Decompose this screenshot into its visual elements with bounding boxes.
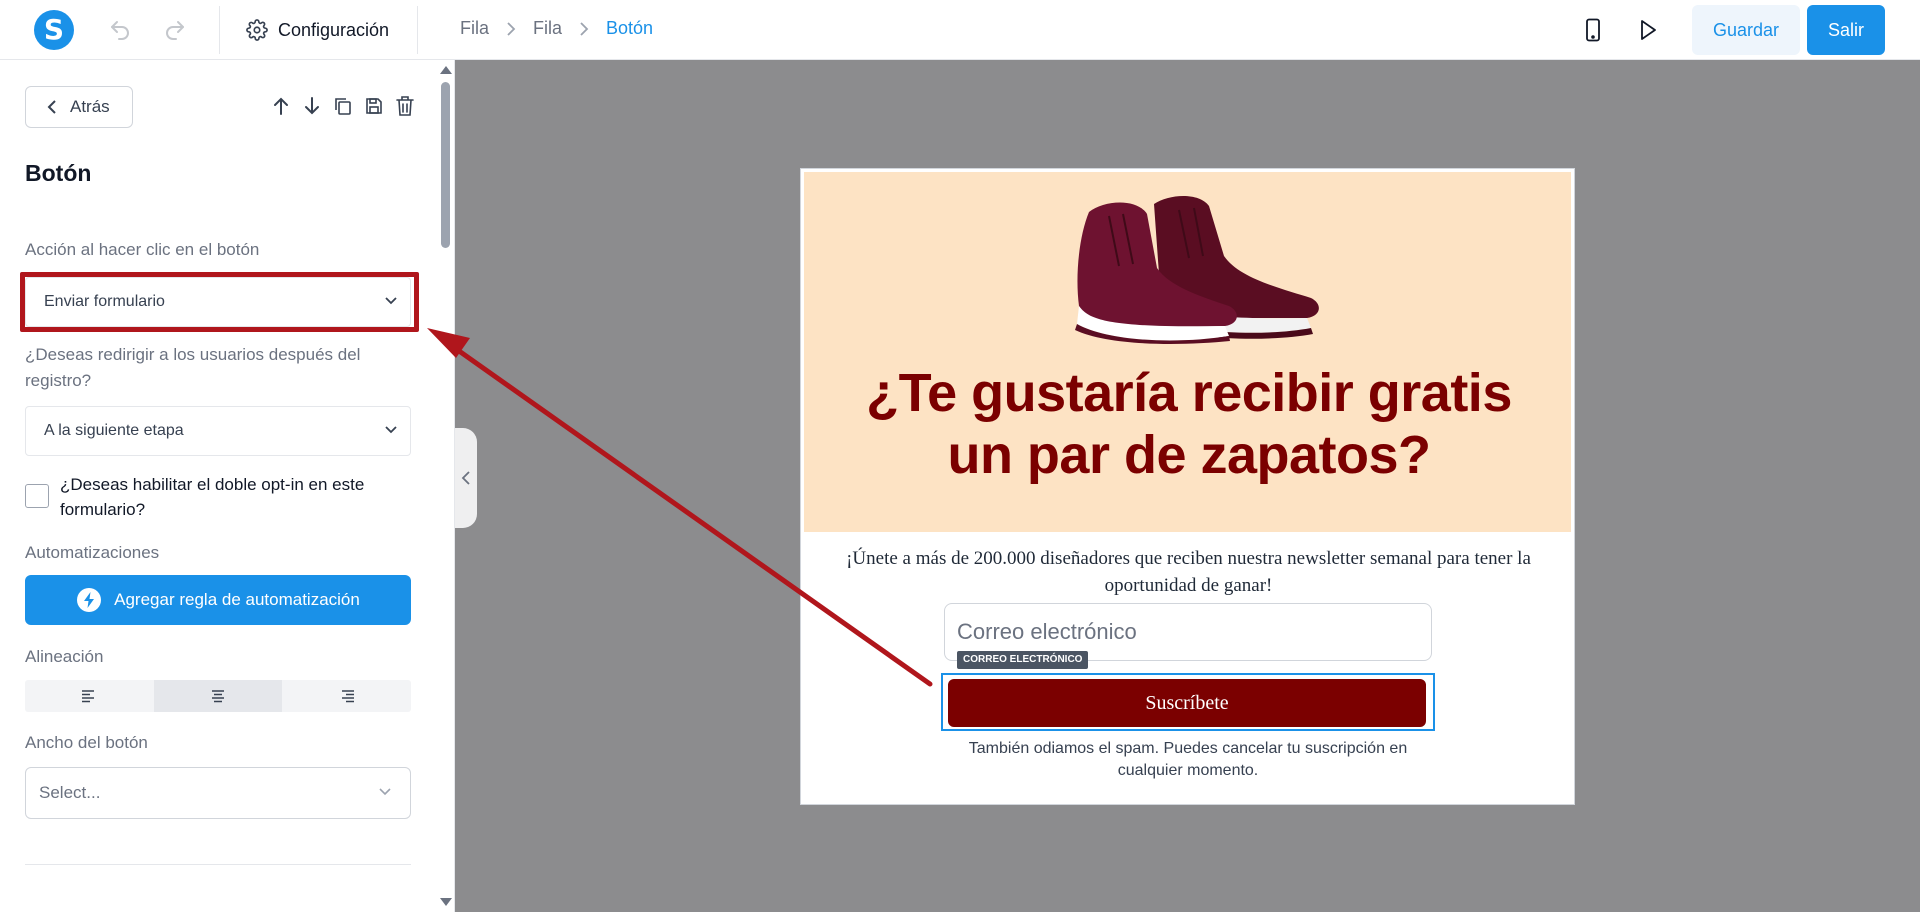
align-center-icon — [212, 690, 224, 703]
chevron-left-icon — [461, 471, 470, 485]
element-toolbar — [270, 94, 416, 118]
form-preview-card: ¿Te gustaría recibir gratis un par de za… — [800, 168, 1575, 805]
app-logo-icon[interactable]: S — [34, 10, 74, 50]
gear-icon — [246, 19, 268, 41]
top-bar: S Configuración Fila Fila Botón Guardar … — [0, 0, 1920, 60]
automations-label: Automatizaciones — [25, 543, 160, 562]
save-button[interactable]: Guardar — [1692, 5, 1800, 55]
subscribe-button[interactable]: Suscríbete — [948, 679, 1426, 727]
double-optin-checkbox[interactable] — [25, 484, 49, 508]
scrollbar-thumb[interactable] — [441, 82, 450, 248]
duplicate-icon[interactable] — [332, 94, 354, 118]
redirect-select[interactable]: A la siguiente etapa — [25, 406, 411, 456]
settings-sidebar: Atrás Botón Acción al hacer clic en el b… — [0, 60, 455, 912]
breadcrumb-item-row[interactable]: Fila — [531, 18, 564, 39]
panel-title: Botón — [25, 160, 92, 186]
align-right-button[interactable] — [282, 680, 411, 712]
align-left-button[interactable] — [25, 680, 154, 712]
redirect-label: ¿Deseas redirigir a los usuarios después… — [25, 345, 361, 390]
redo-icon[interactable] — [161, 16, 189, 44]
section-divider — [25, 864, 411, 865]
chevron-right-icon — [578, 21, 590, 37]
scroll-down-arrow-icon[interactable] — [440, 898, 452, 906]
collapse-sidebar-button[interactable] — [455, 428, 477, 528]
editor-canvas: ¿Te gustaría recibir gratis un par de za… — [455, 60, 1920, 912]
button-width-placeholder: Select... — [39, 783, 101, 802]
alignment-label: Alineación — [25, 647, 104, 666]
undo-icon[interactable] — [106, 16, 134, 44]
button-action-label: Acción al hacer clic en el botón — [25, 240, 260, 259]
chevron-down-icon — [385, 426, 397, 434]
settings-label: Configuración — [278, 19, 390, 40]
mobile-preview-icon[interactable] — [1579, 16, 1607, 44]
breadcrumb-item-row[interactable]: Fila — [458, 18, 491, 39]
play-preview-icon[interactable] — [1634, 16, 1662, 44]
intro-text: ¡Únete a más de 200.000 diseñadores que … — [846, 548, 1531, 596]
settings-button[interactable]: Configuración — [246, 16, 389, 44]
scroll-up-arrow-icon[interactable] — [440, 66, 452, 74]
spam-footnote: También odiamos el spam. Puedes cancelar… — [968, 740, 1408, 779]
trash-icon[interactable] — [394, 94, 416, 118]
exit-button[interactable]: Salir — [1807, 5, 1885, 55]
button-width-select[interactable]: Select... — [25, 767, 411, 819]
annotation-highlight-box — [20, 272, 419, 332]
hero-headline: ¿Te gustaría recibir gratis un par de za… — [866, 363, 1512, 485]
toolbar-divider — [219, 6, 220, 54]
back-button[interactable]: Atrás — [25, 86, 133, 128]
toolbar-divider — [417, 6, 418, 54]
chevron-right-icon — [505, 21, 517, 37]
back-label: Atrás — [70, 97, 110, 116]
lightning-icon — [77, 588, 102, 612]
move-up-icon[interactable] — [270, 94, 292, 118]
hero-section[interactable]: ¿Te gustaría recibir gratis un par de za… — [804, 172, 1571, 532]
breadcrumb: Fila Fila Botón — [458, 18, 655, 39]
email-field-tag: CORREO ELECTRÓNICO — [957, 651, 1089, 669]
redirect-value: A la siguiente etapa — [44, 422, 184, 439]
chevron-down-icon — [379, 788, 391, 796]
breadcrumb-item-button[interactable]: Botón — [604, 18, 655, 39]
sneakers-image — [1075, 196, 1319, 344]
alignment-toggle-group — [25, 680, 411, 712]
save-icon[interactable] — [363, 94, 385, 118]
sidebar-scrollbar[interactable] — [436, 60, 454, 912]
align-center-button[interactable] — [153, 680, 283, 712]
align-left-icon — [82, 690, 95, 703]
double-optin-label: ¿Deseas habilitar el doble opt-in en est… — [60, 475, 365, 519]
add-automation-label: Agregar regla de automatización — [114, 590, 360, 609]
chevron-left-icon — [47, 100, 56, 114]
email-placeholder: Correo electrónico — [957, 619, 1137, 644]
move-down-icon[interactable] — [301, 94, 323, 118]
button-width-label: Ancho del botón — [25, 733, 148, 752]
add-automation-button[interactable]: Agregar regla de automatización — [25, 575, 411, 625]
align-right-icon — [341, 690, 354, 703]
